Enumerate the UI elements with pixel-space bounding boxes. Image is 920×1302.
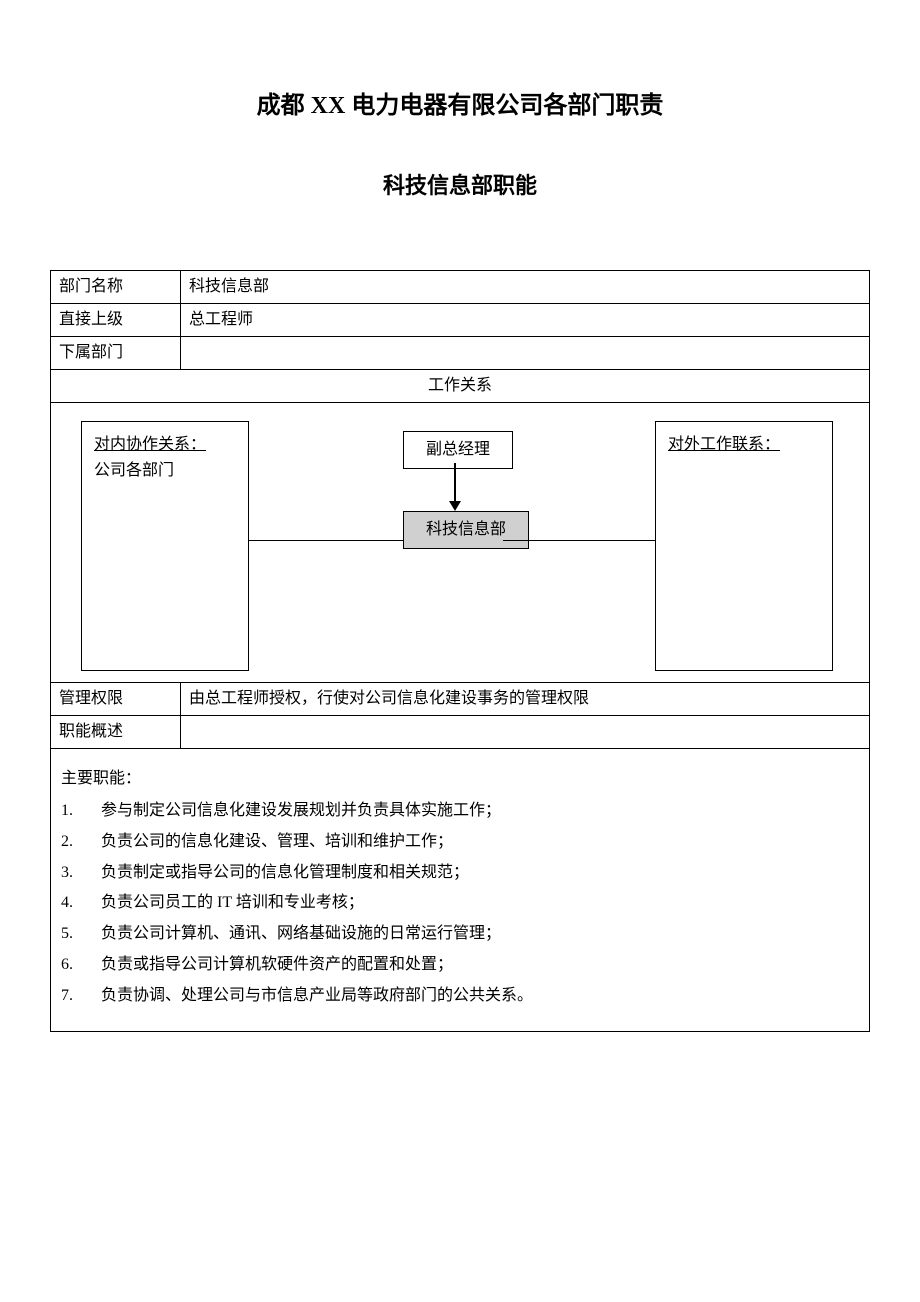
- duty-number: 6.: [61, 951, 101, 980]
- duty-text: 负责公司计算机、通讯、网络基础设施的日常运行管理；: [101, 920, 859, 949]
- list-item: 7.负责协调、处理公司与市信息产业局等政府部门的公共关系。: [61, 982, 859, 1011]
- dept-value: 科技信息部: [181, 271, 870, 304]
- row-summary: 职能概述: [51, 716, 870, 749]
- row-duties: 主要职能： 1.参与制定公司信息化建设发展规划并负责具体实施工作；2.负责公司的…: [51, 749, 870, 1032]
- supervisor-label: 直接上级: [51, 304, 181, 337]
- main-title: 成都 XX 电力电器有限公司各部门职责: [50, 85, 870, 120]
- duty-number: 7.: [61, 982, 101, 1011]
- summary-label: 职能概述: [51, 716, 181, 749]
- duty-text: 负责公司员工的 IT 培训和专业考核；: [101, 889, 859, 918]
- list-item: 3.负责制定或指导公司的信息化管理制度和相关规范；: [61, 859, 859, 888]
- diagram-cell: 对内协作关系： 公司各部门 副总经理 科技信息部 对外工作联系：: [51, 403, 870, 683]
- internal-box: 对内协作关系： 公司各部门: [81, 421, 249, 671]
- summary-value: [181, 716, 870, 749]
- duty-text: 负责或指导公司计算机软硬件资产的配置和处置；: [101, 951, 859, 980]
- row-sub-dept: 下属部门: [51, 337, 870, 370]
- duties-list: 1.参与制定公司信息化建设发展规划并负责具体实施工作；2.负责公司的信息化建设、…: [61, 797, 859, 1011]
- work-rel-header: 工作关系: [51, 370, 870, 403]
- arrow-icon: [449, 463, 461, 511]
- duty-text: 参与制定公司信息化建设发展规划并负责具体实施工作；: [101, 797, 859, 826]
- list-item: 2.负责公司的信息化建设、管理、培训和维护工作；: [61, 828, 859, 857]
- duties-heading: 主要职能：: [61, 767, 859, 791]
- internal-value: 公司各部门: [94, 462, 174, 479]
- duty-text: 负责制定或指导公司的信息化管理制度和相关规范；: [101, 859, 859, 888]
- list-item: 1.参与制定公司信息化建设发展规划并负责具体实施工作；: [61, 797, 859, 826]
- info-table: 部门名称 科技信息部 直接上级 总工程师 下属部门 工作关系 对内协作关系： 公…: [50, 270, 870, 1032]
- row-work-rel-header: 工作关系: [51, 370, 870, 403]
- list-item: 4.负责公司员工的 IT 培训和专业考核；: [61, 889, 859, 918]
- duty-number: 1.: [61, 797, 101, 826]
- duty-text: 负责公司的信息化建设、管理、培训和维护工作；: [101, 828, 859, 857]
- duty-number: 3.: [61, 859, 101, 888]
- list-item: 5.负责公司计算机、通讯、网络基础设施的日常运行管理；: [61, 920, 859, 949]
- diagram-container: 对内协作关系： 公司各部门 副总经理 科技信息部 对外工作联系：: [51, 403, 869, 682]
- duty-text: 负责协调、处理公司与市信息产业局等政府部门的公共关系。: [101, 982, 859, 1011]
- internal-label: 对内协作关系：: [94, 436, 206, 453]
- row-diagram: 对内协作关系： 公司各部门 副总经理 科技信息部 对外工作联系：: [51, 403, 870, 683]
- list-item: 6.负责或指导公司计算机软硬件资产的配置和处置；: [61, 951, 859, 980]
- external-label: 对外工作联系：: [668, 436, 780, 453]
- supervisor-value: 总工程师: [181, 304, 870, 337]
- sub-title: 科技信息部职能: [50, 168, 870, 200]
- duties-cell: 主要职能： 1.参与制定公司信息化建设发展规划并负责具体实施工作；2.负责公司的…: [51, 749, 870, 1032]
- duty-number: 2.: [61, 828, 101, 857]
- dept-label: 部门名称: [51, 271, 181, 304]
- authority-label: 管理权限: [51, 683, 181, 716]
- row-dept: 部门名称 科技信息部: [51, 271, 870, 304]
- bottom-org-box: 科技信息部: [403, 511, 529, 549]
- external-box: 对外工作联系：: [655, 421, 833, 671]
- sub-dept-label: 下属部门: [51, 337, 181, 370]
- sub-dept-value: [181, 337, 870, 370]
- duty-number: 5.: [61, 920, 101, 949]
- row-authority: 管理权限 由总工程师授权，行使对公司信息化建设事务的管理权限: [51, 683, 870, 716]
- authority-value: 由总工程师授权，行使对公司信息化建设事务的管理权限: [181, 683, 870, 716]
- duty-number: 4.: [61, 889, 101, 918]
- row-supervisor: 直接上级 总工程师: [51, 304, 870, 337]
- connector-left: [249, 540, 403, 541]
- connector-right: [503, 540, 655, 541]
